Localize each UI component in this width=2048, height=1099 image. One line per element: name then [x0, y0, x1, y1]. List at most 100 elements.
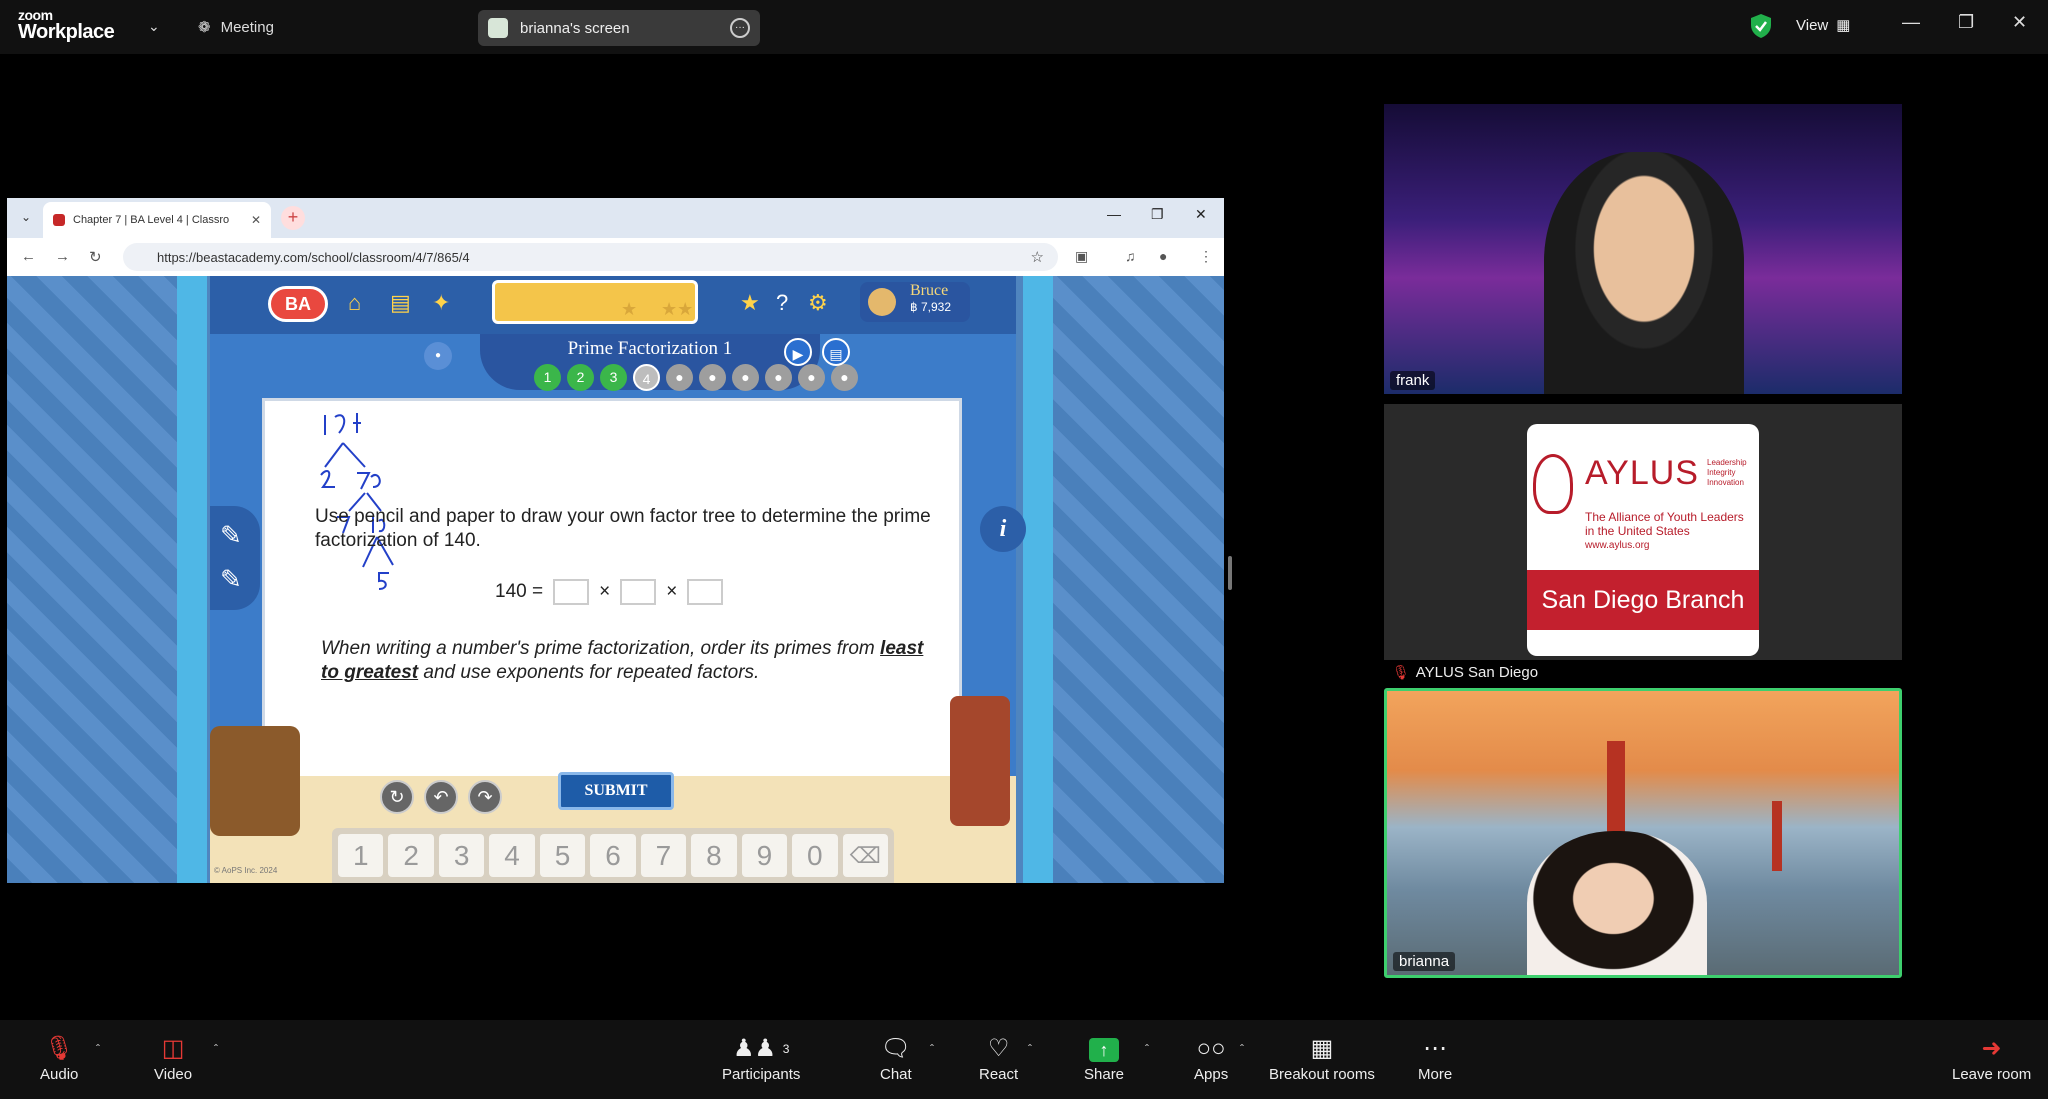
play-video-icon[interactable]: ▶: [784, 338, 812, 366]
chat-options-caret[interactable]: ˆ: [930, 1042, 934, 1056]
security-shield-icon[interactable]: [1750, 13, 1772, 39]
number-keypad: 1 2 3 4 5 6 7 8 9 0 ⌫: [332, 828, 894, 883]
mic-muted-icon: 🎙: [1392, 664, 1410, 680]
answer-input-3[interactable]: [687, 579, 724, 605]
redo-icon[interactable]: ↷: [468, 780, 502, 814]
submit-button[interactable]: SUBMIT: [558, 772, 674, 810]
new-tab-icon[interactable]: +: [281, 206, 305, 230]
hint-text: When writing a number's prime factorizat…: [321, 638, 924, 683]
answer-input-1[interactable]: [553, 579, 590, 605]
video-tile-brianna[interactable]: brianna: [1384, 688, 1902, 978]
star-icon: ★★: [661, 299, 694, 319]
browser-tab[interactable]: Chapter 7 | BA Level 4 | Classro ✕: [43, 202, 271, 238]
minimize-icon[interactable]: —: [1902, 12, 1920, 33]
chat-button[interactable]: 🗨 Chat: [880, 1034, 912, 1083]
share-options-caret[interactable]: ˆ: [1145, 1042, 1149, 1056]
heart-icon: ♡: [987, 1035, 1010, 1062]
trophy-icon[interactable]: ★: [740, 290, 760, 316]
reload-icon[interactable]: ↻: [89, 248, 102, 266]
help-icon[interactable]: ?: [776, 290, 788, 316]
share-button[interactable]: ↑ Share: [1084, 1034, 1124, 1083]
profile-icon[interactable]: ●: [1159, 248, 1167, 264]
progress-dot-current[interactable]: 4: [633, 364, 660, 391]
backspace-icon[interactable]: ⌫: [842, 834, 888, 877]
player-profile[interactable]: Bruce ฿ 7,932: [860, 282, 970, 322]
extensions-icon[interactable]: ▣: [1075, 248, 1088, 265]
leave-room-button[interactable]: ➜ Leave room: [1952, 1034, 2031, 1083]
forward-icon[interactable]: →: [55, 248, 70, 265]
progress-dot[interactable]: 1: [534, 364, 561, 391]
react-options-caret[interactable]: ˆ: [1028, 1042, 1032, 1056]
meeting-menu[interactable]: ❁ Meeting: [198, 18, 274, 37]
key-1[interactable]: 1: [338, 834, 384, 877]
undo-icon[interactable]: ↶: [424, 780, 458, 814]
progress-dot[interactable]: 2: [567, 364, 594, 391]
restore-icon[interactable]: ❐: [1958, 12, 1974, 33]
book-icon[interactable]: ▤: [390, 290, 411, 316]
browser-menu-icon[interactable]: ⋮: [1199, 248, 1213, 265]
browser-minimize-icon[interactable]: —: [1107, 206, 1121, 222]
beast-academy-page: BA ⌂ ▤ ✦ ★ ★★ ★ ? ⚙ Bruce ฿ 7,932 Prime …: [7, 276, 1224, 883]
chevron-down-icon[interactable]: ⌄: [148, 18, 160, 35]
apps-button[interactable]: ○○ Apps: [1194, 1034, 1228, 1083]
key-9[interactable]: 9: [741, 834, 788, 877]
react-button[interactable]: ♡ React: [979, 1034, 1018, 1083]
zoom-logo[interactable]: zoom Workplace: [18, 8, 115, 42]
audio-options-caret[interactable]: ˆ: [96, 1042, 100, 1056]
video-tile-aylus[interactable]: AYLUS Leadership Integrity Innovation Th…: [1384, 404, 1902, 660]
video-tile-frank[interactable]: frank: [1384, 104, 1902, 394]
media-icon[interactable]: ♫: [1125, 248, 1136, 264]
tab-list-icon[interactable]: ⌄: [21, 210, 31, 224]
browser-close-icon[interactable]: ✕: [1195, 206, 1207, 223]
address-bar[interactable]: https://beastacademy.com/school/classroo…: [123, 243, 1058, 271]
key-3[interactable]: 3: [438, 834, 485, 877]
browser-tab-bar: ⌄ Chapter 7 | BA Level 4 | Classro ✕ + —…: [7, 198, 1224, 238]
info-button[interactable]: i: [980, 506, 1026, 552]
screen-icon: [488, 18, 508, 38]
more-options-icon[interactable]: ···: [730, 18, 750, 38]
mic-muted-icon: 🎙: [43, 1035, 75, 1062]
eraser-icon[interactable]: ✎: [220, 564, 242, 595]
ba-logo-button[interactable]: BA: [268, 286, 328, 322]
progress-dot-locked: ●: [666, 364, 693, 391]
pencil-icon[interactable]: ✎: [220, 520, 242, 551]
ba-small-icon[interactable]: ●: [424, 342, 452, 370]
problem-progress: 1 2 3 4 ● ● ● ● ● ●: [534, 364, 858, 391]
resize-handle[interactable]: [1228, 556, 1232, 590]
browser-restore-icon[interactable]: ❐: [1151, 206, 1164, 223]
tab-close-icon[interactable]: ✕: [251, 213, 261, 227]
key-7[interactable]: 7: [640, 834, 687, 877]
breakout-grid-icon: ▦: [1310, 1035, 1334, 1062]
guide-book-icon[interactable]: ▤: [822, 338, 850, 366]
participants-button[interactable]: ♟♟ 3 Participants: [722, 1034, 800, 1083]
grid-view-icon: ▦: [1836, 17, 1851, 34]
apps-options-caret[interactable]: ˆ: [1240, 1042, 1244, 1056]
bookmark-star-icon[interactable]: ☆: [1031, 248, 1044, 266]
shared-screen: ⌄ Chapter 7 | BA Level 4 | Classro ✕ + —…: [7, 198, 1224, 883]
key-8[interactable]: 8: [691, 834, 737, 877]
background-pattern: [7, 276, 177, 883]
page-stripe: [1023, 276, 1053, 883]
puzzle-icon[interactable]: ✦: [432, 290, 450, 316]
video-options-caret[interactable]: ˆ: [214, 1042, 218, 1056]
back-icon[interactable]: ←: [21, 248, 36, 265]
settings-gear-icon[interactable]: ⚙: [808, 290, 828, 316]
progress-dot-locked: ●: [699, 364, 726, 391]
view-button[interactable]: View ▦: [1796, 16, 1851, 35]
key-2[interactable]: 2: [388, 834, 434, 877]
home-icon[interactable]: ⌂: [348, 290, 361, 316]
more-button[interactable]: ⋯ More: [1418, 1034, 1452, 1083]
close-icon[interactable]: ✕: [2012, 12, 2027, 33]
key-6[interactable]: 6: [590, 834, 636, 877]
breakout-rooms-button[interactable]: ▦ Breakout rooms: [1269, 1034, 1375, 1083]
answer-input-2[interactable]: [620, 579, 657, 605]
shared-screen-indicator[interactable]: brianna's screen ···: [478, 10, 760, 46]
audio-button[interactable]: 🎙 Audio: [40, 1034, 78, 1083]
video-button[interactable]: ◫ Video: [154, 1034, 192, 1083]
favicon-icon: [53, 214, 65, 226]
key-4[interactable]: 4: [489, 834, 535, 877]
key-0[interactable]: 0: [792, 834, 838, 877]
progress-dot[interactable]: 3: [600, 364, 627, 391]
reset-icon[interactable]: ↻: [380, 780, 414, 814]
key-5[interactable]: 5: [539, 834, 586, 877]
